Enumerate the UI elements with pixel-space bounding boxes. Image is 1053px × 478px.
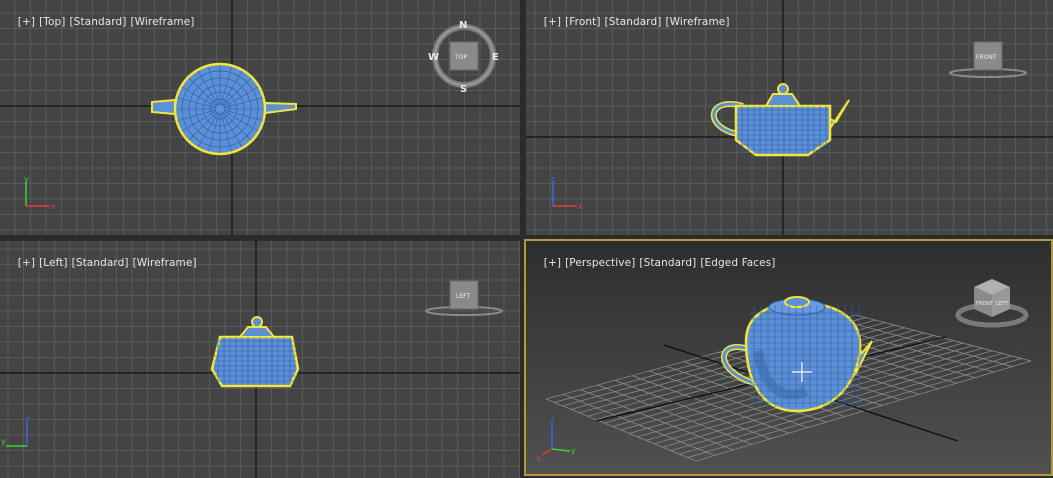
viewport-label-left[interactable]: [+] [Left] [Standard] [Wireframe]: [4, 245, 201, 281]
svg-text:FRONT: FRONT: [976, 301, 994, 307]
viewport-mode-menu[interactable]: [Wireframe]: [665, 16, 729, 28]
svg-text:W: W: [428, 52, 439, 63]
viewport-plus-menu[interactable]: [+]: [544, 16, 561, 28]
viewcube-icon[interactable]: FRONT: [946, 38, 1030, 82]
viewport-view-menu[interactable]: [Front]: [565, 16, 600, 28]
teapot-front-view[interactable]: [710, 83, 850, 157]
svg-text:z: z: [25, 415, 29, 424]
viewport-mode-menu[interactable]: [Edged Faces]: [700, 257, 775, 269]
viewport-front[interactable]: z x [+] [Front] [Standard] [Wireframe] FRON…: [526, 0, 1053, 235]
viewport-plus-menu[interactable]: [+]: [544, 257, 561, 269]
viewport-shading-menu[interactable]: [Standard]: [69, 16, 126, 28]
viewport-view-menu[interactable]: [Left]: [39, 257, 68, 269]
svg-text:y: y: [1, 437, 6, 446]
axis-tripod-icon: y x: [24, 175, 56, 211]
svg-text:TOP: TOP: [454, 54, 467, 61]
viewcube-icon[interactable]: TOP: [449, 41, 479, 71]
viewport-plus-menu[interactable]: [+]: [18, 257, 35, 269]
svg-text:N: N: [459, 20, 467, 31]
viewport-label-perspective[interactable]: [+] [Perspective] [Standard] [Edged Faces]: [530, 245, 779, 281]
svg-text:z: z: [551, 175, 555, 184]
viewport-shading-menu[interactable]: [Standard]: [72, 257, 129, 269]
viewport-shading-menu[interactable]: [Standard]: [605, 16, 662, 28]
svg-text:y: y: [571, 446, 576, 455]
viewport-view-menu[interactable]: [Perspective]: [565, 257, 635, 269]
axis-tripod-icon: z x: [551, 175, 583, 211]
svg-text:x: x: [51, 202, 56, 211]
viewport-left[interactable]: z y [+] [Left] [Standard] [Wireframe] LEFT: [0, 241, 520, 478]
svg-text:z: z: [550, 416, 554, 425]
viewport-shading-menu[interactable]: [Standard]: [639, 257, 696, 269]
viewport-top[interactable]: y x [+] [Top] [Standard] [Wireframe] TOP N …: [0, 0, 520, 235]
svg-text:x: x: [578, 202, 583, 211]
viewport-view-menu[interactable]: [Top]: [39, 16, 65, 28]
svg-text:S: S: [460, 84, 467, 94]
viewport-perspective[interactable]: z y x [+] [Perspective] [Standard] [Edged F…: [524, 239, 1053, 476]
viewport-plus-menu[interactable]: [+]: [18, 16, 35, 28]
viewport-mode-menu[interactable]: [Wireframe]: [130, 16, 194, 28]
svg-text:y: y: [24, 175, 29, 184]
viewcube-icon[interactable]: LEFT: [422, 277, 506, 321]
svg-text:LEFT: LEFT: [456, 293, 470, 300]
viewport-mode-menu[interactable]: [Wireframe]: [133, 257, 197, 269]
svg-text:E: E: [492, 52, 499, 63]
svg-text:FRONT: FRONT: [976, 54, 997, 61]
teapot-top-view[interactable]: [151, 62, 297, 156]
compass-icon[interactable]: TOP N S E W: [428, 18, 504, 94]
svg-text:x: x: [536, 454, 541, 463]
viewport-label-front[interactable]: [+] [Front] [Standard] [Wireframe]: [530, 4, 734, 40]
svg-text:LEFT: LEFT: [996, 301, 1009, 307]
viewport-label-top[interactable]: [+] [Top] [Standard] [Wireframe]: [4, 4, 199, 40]
viewcube-icon[interactable]: FRONT LEFT: [954, 273, 1032, 333]
